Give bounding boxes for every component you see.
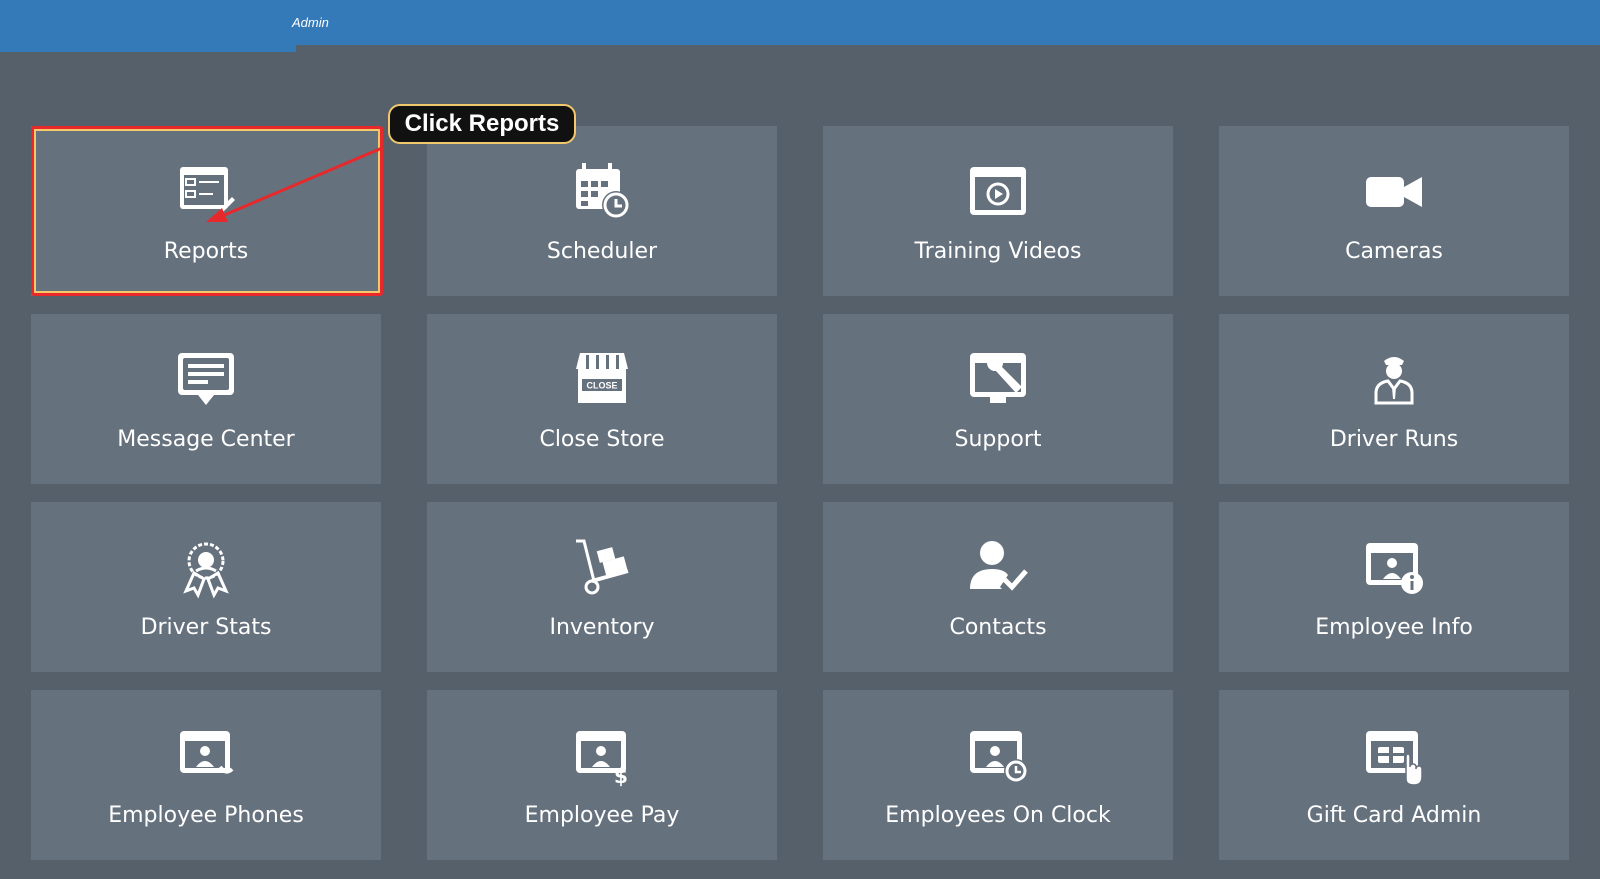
tile-employee-info[interactable]: Employee Info [1219,502,1569,672]
tile-label: Employees On Clock [885,803,1111,828]
tile-driver-runs[interactable]: Driver Runs [1219,314,1569,484]
store-close-icon: CLOSE [570,347,634,411]
tile-employee-phones[interactable]: Employee Phones [31,690,381,860]
tile-label: Close Store [539,427,665,452]
tile-label: Support [954,427,1042,452]
tile-reports[interactable]: Reports [31,126,381,296]
person-check-icon [966,535,1030,599]
tile-label: Employee Pay [524,803,680,828]
tile-label: Message Center [117,427,295,452]
tile-label: Reports [163,239,249,264]
driver-person-icon [1362,347,1426,411]
tile-inventory[interactable]: Inventory [427,502,777,672]
tile-employees-on-clock[interactable]: Employees On Clock [823,690,1173,860]
tutorial-callout: Click Reports [388,104,576,144]
tile-scheduler[interactable]: Scheduler [427,126,777,296]
video-camera-icon [1362,159,1426,223]
tile-label: Training Videos [914,239,1082,264]
award-badge-icon [174,535,238,599]
employee-clock-icon [966,723,1030,787]
tile-close-store[interactable]: CLOSE Close Store [427,314,777,484]
tile-support[interactable]: Support [823,314,1173,484]
svg-text:$: $ [614,764,628,787]
gift-card-icon [1362,723,1426,787]
tile-label: Cameras [1345,239,1443,264]
tile-label: Inventory [549,615,655,640]
wrench-screen-icon [966,347,1030,411]
tile-label: Driver Runs [1329,427,1459,452]
tile-label: Scheduler [546,239,658,264]
hand-truck-icon [570,535,634,599]
video-player-icon [966,159,1030,223]
tile-label: Contacts [949,615,1047,640]
employee-pay-icon: $ [570,723,634,787]
tile-label: Employee Info [1315,615,1473,640]
top-bar-tab [0,0,296,52]
calendar-clock-icon [570,159,634,223]
tile-training-videos[interactable]: Training Videos [823,126,1173,296]
tile-message-center[interactable]: Message Center [31,314,381,484]
tile-contacts[interactable]: Contacts [823,502,1173,672]
header-title: Admin [292,15,329,30]
tile-gift-card-admin[interactable]: Gift Card Admin [1219,690,1569,860]
message-bubble-icon [174,347,238,411]
employee-info-icon [1362,535,1426,599]
tile-label: Driver Stats [140,615,272,640]
tile-label: Gift Card Admin [1306,803,1482,828]
tile-label: Employee Phones [108,803,304,828]
reports-icon [174,159,238,223]
tile-cameras[interactable]: Cameras [1219,126,1569,296]
svg-text:CLOSE: CLOSE [586,381,617,391]
tile-driver-stats[interactable]: Driver Stats [31,502,381,672]
employee-phone-icon [174,723,238,787]
tile-employee-pay[interactable]: $ Employee Pay [427,690,777,860]
